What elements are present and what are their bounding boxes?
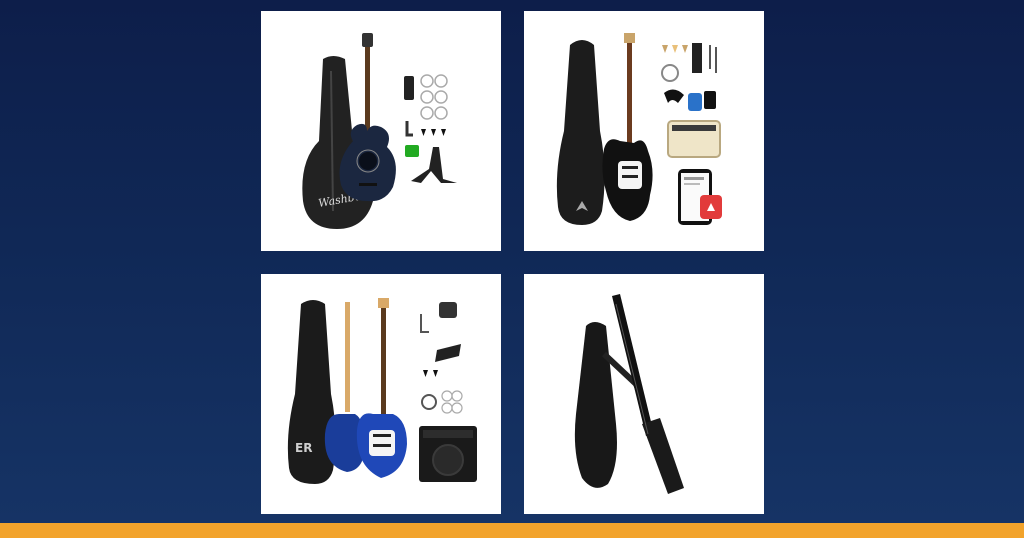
picks (423, 370, 438, 377)
product-image-travel-guitar[interactable] (524, 274, 764, 514)
page-background: Washburn ER (0, 0, 1024, 538)
electric-kit-blue-illustration: ER (287, 298, 477, 484)
cable-coil (661, 64, 679, 82)
gig-bag (556, 40, 605, 225)
string-set (420, 74, 448, 120)
travel-guitar-body (642, 418, 684, 494)
product-image-electric-kit-blue[interactable]: ER (261, 274, 501, 514)
accent-bar (0, 523, 1024, 538)
bag-logo: ER (295, 441, 312, 455)
strap (435, 344, 461, 362)
picks (662, 45, 688, 53)
strap (692, 43, 702, 73)
guitar-neck (627, 39, 632, 149)
acoustic-kit-illustration: Washburn (302, 33, 457, 229)
picks (421, 129, 446, 136)
capo (664, 89, 684, 103)
cable-coil (421, 394, 437, 410)
gig-bag (574, 322, 617, 488)
product-image-acoustic-kit[interactable]: Washburn (261, 11, 501, 251)
travel-guitar-illustration (574, 294, 684, 494)
guitar-neck (381, 306, 386, 418)
string-set (441, 390, 463, 414)
product-image-electric-kit-amp[interactable] (524, 11, 764, 251)
tuner (405, 145, 419, 157)
tuner (688, 93, 702, 111)
electric-kit-amp-illustration (556, 33, 722, 225)
tuner (439, 302, 457, 318)
